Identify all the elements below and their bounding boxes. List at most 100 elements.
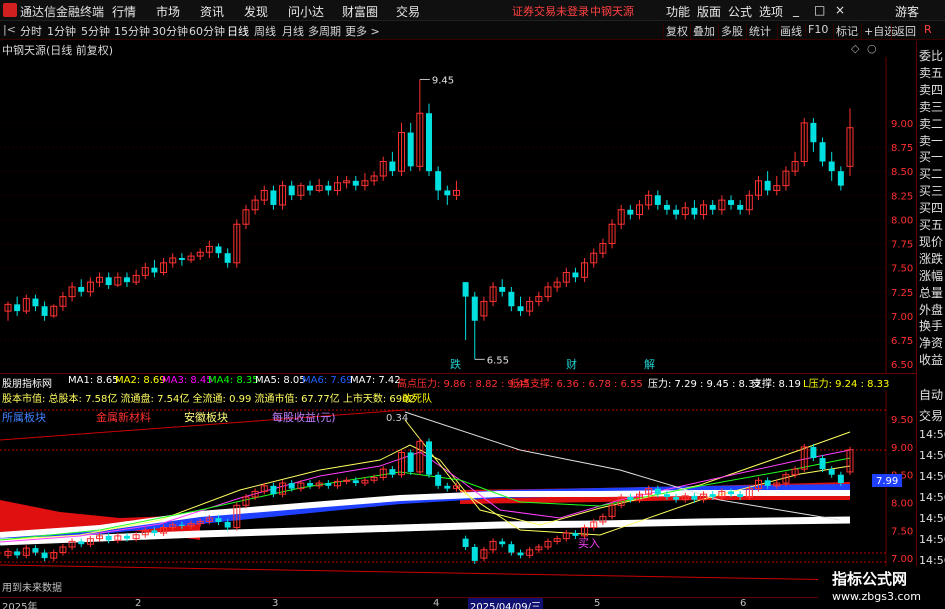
eps-value: 0.34 [386,413,408,424]
ind-candle-body [389,469,396,475]
adjust-button[interactable]: 复权 [663,23,690,39]
price-tick: 8.50 [891,167,913,178]
candlestick-chart[interactable]: 9.00 8.75 8.50 8.25 8.00 7.75 7.50 7.25 7.00 6.75… [0,57,916,373]
time-label: 14:56 [919,491,945,504]
period-15min[interactable]: 15分钟 [114,23,150,39]
menu-formula[interactable]: 公式 [728,3,752,20]
candle-body [32,298,39,307]
menu-quotes[interactable]: 行情 [112,3,136,20]
ind-candle-body [215,518,222,522]
guest-label[interactable]: 游客 [895,3,919,20]
ind-candle-body [819,458,826,470]
quote-row-label: 买四 [919,201,944,216]
candle-body [508,291,515,307]
quote-row-label: 买三 [919,184,944,199]
period-daily[interactable]: 日线 [227,23,249,39]
minimize-icon[interactable]: _ [793,3,799,17]
candle-body [728,200,735,205]
ind-candle-body [32,548,39,553]
menu-bar: 通达信金融终端 行情 市场 资讯 发现 问小达 财富圈 交易 证券交易未登录 中… [0,0,945,21]
indicator-tick: 7.50 [891,526,913,537]
price-tick: 8.00 [891,215,913,226]
candle-body [123,277,130,283]
circle-icon[interactable]: ○ [867,42,877,55]
price-tick: 6.50 [891,360,913,371]
candle-body [288,185,295,196]
menu-trade[interactable]: 交易 [396,3,420,20]
candle-body [663,204,670,210]
candle-body [270,190,277,205]
menu-function[interactable]: 功能 [666,3,690,20]
quote-row-label: 总量 [919,285,944,300]
x-label: 4 [433,598,440,609]
indicator-name[interactable]: 股朋指标网 [2,375,52,390]
stats-button[interactable]: 统计 [746,23,773,39]
ma-value: MA1: 8.65 [68,375,119,386]
price-tick: 8.75 [891,143,913,154]
menu-discover[interactable]: 发现 [244,3,268,20]
r-indicator-icon[interactable]: R [921,23,934,36]
selected-date: 2025/04/09/三 [468,598,544,609]
period-30min[interactable]: 30分钟 [152,23,188,39]
period-weekly[interactable]: 周线 [254,23,276,39]
watermark: 指标公式网 www.zbgs3.com [818,566,945,609]
menu-info[interactable]: 资讯 [200,3,224,20]
indicator-chart[interactable]: 9.509.008.508.007.507.00所属板块 金属新材料 安徽板块 每股收… [0,390,916,596]
quote-row-label: 卖二 [919,116,944,131]
x-label: 5 [594,598,601,609]
quote-row-label: 买五 [919,218,944,232]
close-icon[interactable]: × [835,3,845,17]
period-5min[interactable]: 5分钟 [81,23,110,39]
menu-market[interactable]: 市场 [156,3,180,20]
time-label: 14:56 [919,470,945,483]
auto-trade-label[interactable]: 交易 [919,407,943,424]
candle-body [572,272,579,278]
candle-body [499,286,506,292]
price-tick: 7.50 [891,264,913,275]
ind-candle-body [41,552,48,559]
ma-value: MA2: 8.69 [115,375,166,386]
current-price: 7.99 [876,476,898,487]
ma-value: MA3: 8.45 [162,375,213,386]
ind-candle-body [810,446,817,459]
draw-line-button[interactable]: 画线 [777,23,804,39]
period-more[interactable]: 更多 > [345,23,380,39]
candle-body [215,246,222,254]
menu-wealth[interactable]: 财富圈 [342,3,378,20]
menu-options[interactable]: 选项 [759,3,783,20]
chart-title: 中钢天源(日线 前复权) [2,44,114,57]
indicator-tick: 7.00 [891,554,913,565]
auto-trade-label[interactable]: 自动 [919,386,943,403]
maximize-icon[interactable]: □ [814,3,825,17]
collapse-icon[interactable]: |< [3,23,16,36]
period-multi[interactable]: 多周期 [308,23,341,39]
buy-signal: 买入 [578,537,600,550]
sector-label: 金属新材料 [96,410,151,424]
period-minute[interactable]: 分时 [20,23,42,39]
ind-candle-body [407,452,414,472]
period-1min[interactable]: 1分钟 [47,23,76,39]
menu-ask[interactable]: 问小达 [288,3,324,20]
f10-button[interactable]: F10 [805,23,830,36]
candle-body [435,171,442,191]
ind-candle-body [435,474,442,486]
ma-value: MA7: 7.42 [350,375,401,386]
quote-row-label: 涨跌 [919,251,944,266]
quote-row-label: 买二 [919,167,944,182]
time-label: 14:56 [919,533,945,546]
period-60min[interactable]: 60分钟 [189,23,225,39]
sector-label: 所属板块 [2,410,46,424]
overlay-button[interactable]: 叠加 [690,23,717,39]
back-button[interactable]: 返回 [891,23,918,39]
candle-body [764,180,771,191]
time-label: 14:56 [919,449,945,462]
period-monthly[interactable]: 月线 [282,23,304,39]
multi-stock-button[interactable]: 多股 [718,23,745,39]
login-warning[interactable]: 证券交易未登录 [512,3,589,19]
menu-layout[interactable]: 版面 [697,3,721,20]
candle-body [627,209,634,215]
price-tick: 7.75 [891,240,913,251]
mark-button[interactable]: 标记 [833,23,860,39]
diamond-icon[interactable]: ◇ [851,42,859,55]
candle-body [819,142,826,162]
